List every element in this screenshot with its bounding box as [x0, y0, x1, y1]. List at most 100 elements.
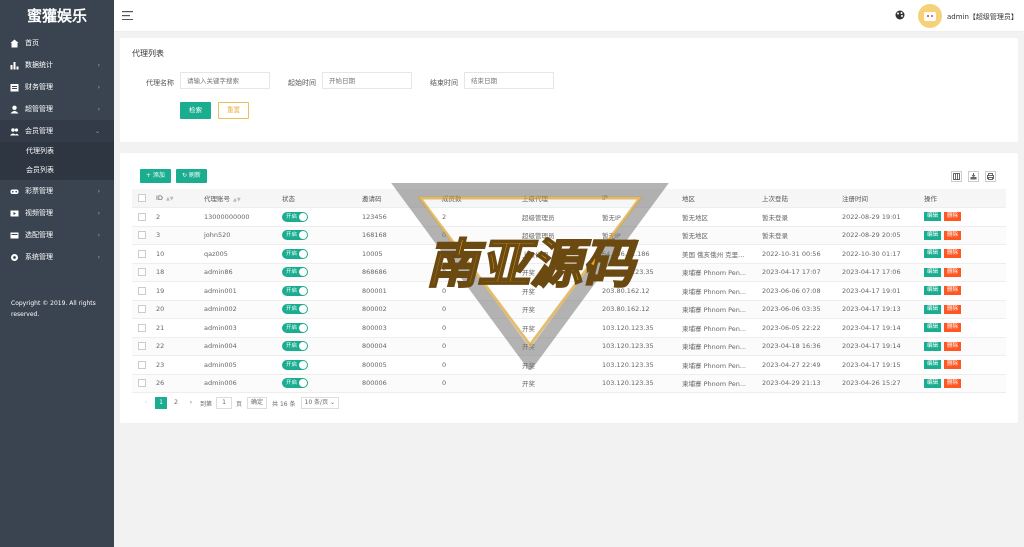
columns-filter-icon[interactable]: [951, 171, 962, 182]
row-checkbox[interactable]: [138, 286, 146, 295]
cell-region: 柬埔寨 Phnom Pen...: [676, 374, 756, 393]
agent-name-input[interactable]: [180, 72, 270, 89]
row-checkbox[interactable]: [138, 305, 146, 314]
table-card: + 添加 ↻ 刷新 ID ▲▼ 代理账号 ▲▼ 状态 邀请码 成员数 上级代理 IP…: [120, 153, 1018, 423]
palette-icon[interactable]: [895, 10, 905, 20]
cell-select[interactable]: [132, 226, 150, 245]
delete-button[interactable]: 删除: [944, 341, 962, 351]
status-toggle[interactable]: 开启: [282, 211, 308, 222]
select-all-checkbox[interactable]: [138, 194, 146, 202]
row-checkbox[interactable]: [138, 212, 146, 221]
row-checkbox[interactable]: [138, 249, 146, 258]
row-checkbox[interactable]: [138, 268, 146, 277]
sidebar-item-video[interactable]: 视频管理 ›: [0, 202, 114, 224]
edit-button[interactable]: 编辑: [924, 249, 942, 259]
sidebar-item-stats[interactable]: 数据统计 ›: [0, 54, 114, 76]
cell-select[interactable]: [132, 300, 150, 319]
status-toggle[interactable]: 开启: [282, 378, 308, 389]
delete-button[interactable]: 删除: [944, 378, 962, 388]
edit-button[interactable]: 编辑: [924, 341, 942, 351]
row-checkbox[interactable]: [138, 360, 146, 369]
status-toggle[interactable]: 开启: [282, 230, 308, 241]
status-toggle[interactable]: 开启: [282, 322, 308, 333]
cell-actions: 编辑 删除: [918, 374, 1006, 393]
header-id[interactable]: ID ▲▼: [150, 189, 198, 208]
cell-ip: 103.120.123.35: [596, 337, 676, 356]
cell-members: 0: [436, 300, 516, 319]
menu-toggle-icon[interactable]: [122, 11, 133, 20]
sidebar-item-home[interactable]: 首页: [0, 32, 114, 54]
cell-select[interactable]: [132, 281, 150, 301]
edit-button[interactable]: 编辑: [924, 286, 942, 296]
end-date-input[interactable]: [464, 72, 554, 89]
sub-item-member-list[interactable]: 会员列表: [0, 161, 114, 180]
user-name[interactable]: admin【超级管理员】: [947, 12, 1018, 22]
sidebar-item-lottery[interactable]: 彩票管理 ›: [0, 180, 114, 202]
cell-select[interactable]: [132, 263, 150, 282]
status-toggle[interactable]: 开启: [282, 304, 308, 315]
sub-item-agent-list[interactable]: 代理列表: [0, 142, 114, 161]
delete-button[interactable]: 删除: [944, 212, 962, 222]
reset-button[interactable]: 重置: [218, 102, 249, 119]
delete-button[interactable]: 删除: [944, 267, 962, 277]
cell-reg-time: 2023-04-26 15:27: [836, 374, 918, 393]
delete-button[interactable]: 删除: [944, 360, 962, 370]
next-page-button[interactable]: ›: [185, 397, 197, 409]
sidebar-item-member[interactable]: 会员管理 ⌄: [0, 120, 114, 142]
goto-confirm-button[interactable]: 确定: [247, 397, 268, 409]
delete-button[interactable]: 删除: [944, 249, 962, 259]
sort-icon[interactable]: ▲▼: [166, 196, 174, 202]
export-icon[interactable]: [968, 171, 979, 182]
status-toggle[interactable]: 开启: [282, 267, 308, 278]
status-toggle[interactable]: 开启: [282, 341, 308, 352]
cell-select[interactable]: [132, 318, 150, 338]
header-last-login: 上次登陆: [756, 189, 836, 208]
cell-status: 开启: [276, 355, 356, 375]
sidebar-item-finance[interactable]: 财务管理 ›: [0, 76, 114, 98]
cell-select[interactable]: [132, 374, 150, 393]
row-checkbox[interactable]: [138, 231, 146, 240]
refresh-button[interactable]: ↻ 刷新: [176, 169, 207, 183]
edit-button[interactable]: 编辑: [924, 267, 942, 277]
start-date-input[interactable]: [322, 72, 412, 89]
cell-select[interactable]: [132, 337, 150, 356]
sidebar-item-system[interactable]: 系统管理 ›: [0, 246, 114, 268]
sidebar-item-super[interactable]: 超管管理 ›: [0, 98, 114, 120]
status-toggle[interactable]: 开启: [282, 248, 308, 259]
page-2-button[interactable]: 2: [170, 397, 182, 409]
delete-button[interactable]: 删除: [944, 230, 962, 240]
prev-page-button[interactable]: ‹: [140, 397, 152, 409]
row-checkbox[interactable]: [138, 323, 146, 332]
per-page-select[interactable]: 10 条/页 ⌄: [300, 397, 339, 409]
goto-page-input[interactable]: 1: [216, 397, 233, 409]
search-button[interactable]: 检索: [180, 102, 211, 119]
edit-button[interactable]: 编辑: [924, 304, 942, 314]
status-toggle[interactable]: 开启: [282, 285, 308, 296]
cell-id: 19: [150, 281, 198, 301]
edit-button[interactable]: 编辑: [924, 378, 942, 388]
edit-button[interactable]: 编辑: [924, 360, 942, 370]
avatar[interactable]: [918, 4, 942, 28]
sidebar: 蜜獾娱乐 首页 数据统计 › 财务管理 › 超管管理 › 会员管理 ⌄ 代理列表 会员列表 彩票…: [0, 0, 114, 547]
header-account[interactable]: 代理账号 ▲▼: [198, 189, 276, 208]
delete-button[interactable]: 删除: [944, 323, 962, 333]
edit-button[interactable]: 编辑: [924, 212, 942, 222]
cell-select[interactable]: [132, 207, 150, 227]
cell-select[interactable]: [132, 244, 150, 264]
sidebar-item-label: 彩票管理: [25, 187, 53, 195]
cell-select[interactable]: [132, 355, 150, 375]
status-toggle[interactable]: 开启: [282, 359, 308, 370]
row-checkbox[interactable]: [138, 342, 146, 351]
print-icon[interactable]: [985, 171, 996, 182]
add-button[interactable]: + 添加: [140, 169, 171, 183]
sidebar-item-ads[interactable]: 选配管理 ›: [0, 224, 114, 246]
delete-button[interactable]: 删除: [944, 286, 962, 296]
edit-button[interactable]: 编辑: [924, 230, 942, 240]
row-checkbox[interactable]: [138, 379, 146, 388]
cell-code: 168168: [356, 226, 436, 245]
header-select[interactable]: [132, 189, 150, 208]
sort-icon[interactable]: ▲▼: [233, 197, 241, 203]
edit-button[interactable]: 编辑: [924, 323, 942, 333]
delete-button[interactable]: 删除: [944, 304, 962, 314]
page-1-button[interactable]: 1: [155, 397, 167, 409]
